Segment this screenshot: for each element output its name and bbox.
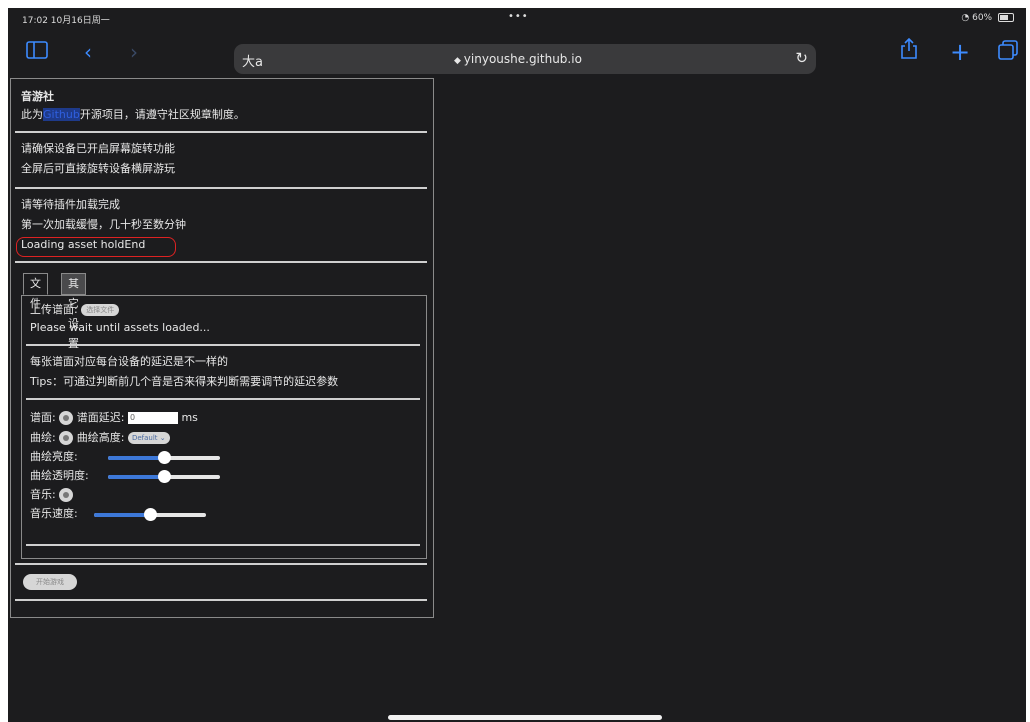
divider bbox=[15, 261, 427, 263]
status-time: 17:02 10月16日周一 bbox=[22, 16, 110, 26]
wait-text: Please wait until assets loaded... bbox=[30, 321, 210, 334]
offset-unit: ms bbox=[181, 411, 198, 424]
loading-note-1: 请等待插件加载完成 bbox=[21, 198, 120, 211]
reader-options-button[interactable]: 大a bbox=[242, 51, 263, 70]
divider bbox=[15, 187, 427, 189]
address-bar[interactable]: 大a ◆ yinyoushe.github.io ↻ bbox=[234, 44, 816, 74]
curve-row: 曲绘: 曲绘高度: Default ⌄ bbox=[30, 430, 170, 446]
url-text: ◆ yinyoushe.github.io bbox=[454, 52, 582, 66]
lock-icon: ◆ bbox=[454, 56, 464, 66]
music-row: 音乐: bbox=[30, 487, 74, 503]
back-icon[interactable]: ‹ bbox=[84, 40, 92, 64]
rotate-note-1: 请确保设备已开启屏幕旋转功能 bbox=[21, 142, 175, 155]
slider-thumb[interactable] bbox=[144, 508, 157, 521]
divider bbox=[15, 563, 427, 565]
status-bar: 17:02 10月16日周一 ••• ◔ 60% bbox=[8, 8, 1026, 30]
chart-row: 谱面: 谱面延迟: 0 ms bbox=[30, 411, 198, 425]
tab-file[interactable]: 文件 bbox=[23, 273, 48, 310]
start-game-button[interactable]: 开始游戏 bbox=[23, 574, 77, 590]
divider bbox=[15, 131, 427, 133]
reload-icon[interactable]: ↻ bbox=[795, 49, 808, 67]
divider bbox=[26, 344, 420, 346]
music-speed-label: 音乐速度: bbox=[30, 507, 78, 520]
wifi-icon: ◔ bbox=[961, 13, 970, 23]
intro-line: 此为Github开源项目，请遵守社区规章制度。 bbox=[21, 108, 245, 121]
loading-note-2: 第一次加载缓慢，几十秒至数分钟 bbox=[21, 218, 186, 231]
chart-toggle[interactable] bbox=[59, 411, 74, 425]
sidebar-icon[interactable] bbox=[26, 40, 48, 64]
battery-percent: 60% bbox=[972, 13, 993, 23]
ipad-screen: 17:02 10月16日周一 ••• ◔ 60% ‹ › 大a ◆ yinyou… bbox=[8, 8, 1026, 722]
panel-title: 音游社 bbox=[21, 90, 54, 103]
offset-note-1: 每张谱面对应每台设备的延迟是不一样的 bbox=[30, 355, 228, 368]
curve-opacity-slider[interactable] bbox=[108, 470, 220, 483]
offset-note-2: Tips：可通过判断前几个音是否来得来判断需要调节的延迟参数 bbox=[30, 375, 339, 388]
offset-input[interactable]: 0 bbox=[127, 412, 178, 424]
rotate-note-2: 全屏后可直接旋转设备横屏游玩 bbox=[21, 162, 175, 175]
tab-other-settings[interactable]: 其它设置 bbox=[61, 273, 86, 350]
curve-brightness-slider[interactable] bbox=[108, 451, 220, 464]
slider-thumb[interactable] bbox=[158, 451, 171, 464]
curve-toggle[interactable] bbox=[59, 431, 74, 445]
game-settings-panel: 音游社 此为Github开源项目，请遵守社区规章制度。 请确保设备已开启屏幕旋转… bbox=[10, 78, 434, 618]
status-right: ◔ 60% bbox=[961, 13, 1014, 23]
file-tab-panel: 上传谱面: 选择文件 Please wait until assets load… bbox=[21, 295, 427, 559]
curve-opacity-label: 曲绘透明度: bbox=[30, 469, 89, 482]
home-indicator[interactable] bbox=[388, 715, 662, 720]
music-toggle[interactable] bbox=[59, 488, 74, 502]
upload-row: 上传谱面: 选择文件 bbox=[30, 302, 120, 318]
curve-height-select[interactable]: Default ⌄ bbox=[127, 432, 170, 444]
tabs-overview-icon[interactable] bbox=[998, 40, 1018, 65]
music-speed-slider[interactable] bbox=[94, 508, 206, 521]
battery-icon bbox=[998, 13, 1014, 22]
choose-file-button[interactable]: 选择文件 bbox=[81, 304, 120, 316]
divider bbox=[15, 599, 427, 601]
divider bbox=[26, 398, 420, 400]
chevron-down-icon: ⌄ bbox=[159, 434, 166, 442]
forward-icon[interactable]: › bbox=[130, 40, 138, 64]
annotation-circle bbox=[16, 237, 176, 257]
share-icon[interactable] bbox=[900, 37, 918, 65]
github-link[interactable]: Github bbox=[43, 108, 80, 121]
multitask-dots[interactable]: ••• bbox=[508, 11, 529, 22]
curve-brightness-label: 曲绘亮度: bbox=[30, 450, 78, 463]
new-tab-icon[interactable]: + bbox=[950, 40, 970, 64]
divider bbox=[26, 544, 420, 546]
browser-toolbar: ‹ › 大a ◆ yinyoushe.github.io ↻ + bbox=[8, 30, 1026, 80]
slider-thumb[interactable] bbox=[158, 470, 171, 483]
